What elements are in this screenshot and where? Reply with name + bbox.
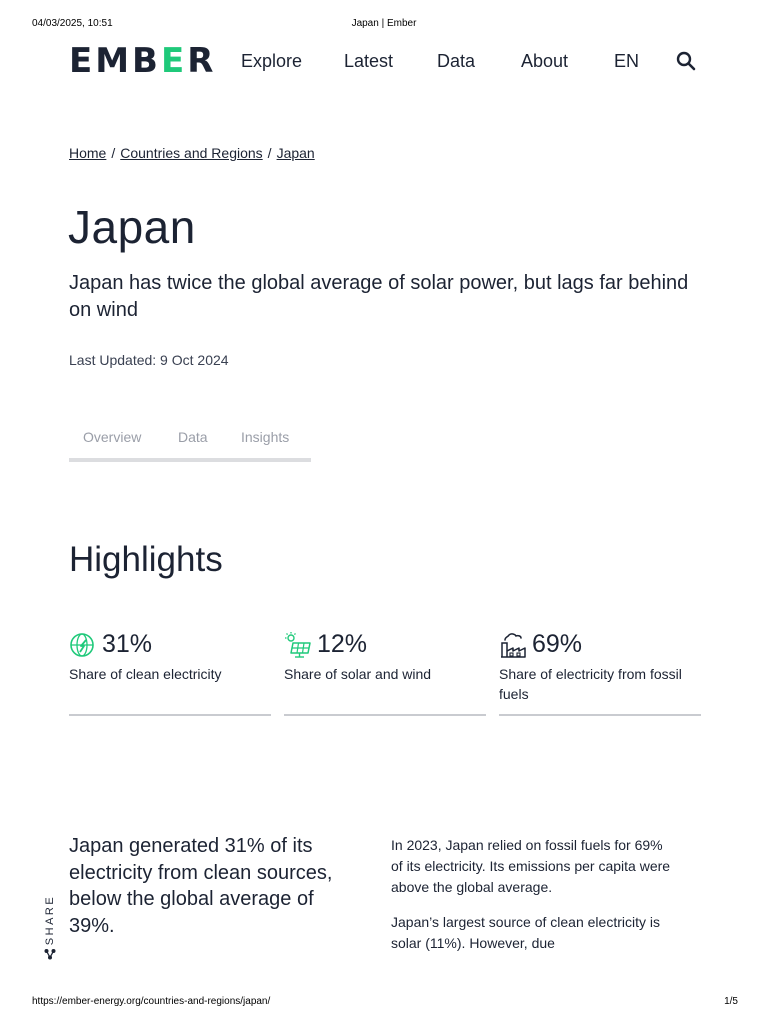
share-icon: [44, 949, 56, 960]
breadcrumb-japan[interactable]: Japan: [277, 145, 315, 161]
stat-solar-and-wind: 12% Share of solar and wind: [284, 628, 486, 716]
print-page-count: 1/5: [724, 996, 738, 1007]
stat-label: Share of solar and wind: [284, 666, 432, 682]
stat-value: 69%: [532, 630, 583, 658]
page-title: Japan: [68, 201, 196, 253]
nav-language[interactable]: EN: [614, 50, 639, 72]
nav-explore[interactable]: Explore: [241, 50, 302, 72]
share-button[interactable]: SHARE: [40, 888, 60, 964]
breadcrumb: Home / Countries and Regions / Japan: [69, 145, 315, 161]
section-tabs: Overview Data Insights: [69, 426, 311, 462]
page-subtitle: Japan has twice the global average of so…: [69, 272, 689, 321]
ember-logo[interactable]: EMBER: [69, 44, 216, 78]
print-page-title: Japan | Ember: [351, 18, 417, 29]
summary-paragraph: Japan’s largest source of clean electric…: [391, 914, 660, 951]
print-footer: https://ember-energy.org/countries-and-r…: [0, 996, 768, 1010]
top-nav: EMBER Explore Latest Data About EN: [69, 44, 708, 80]
stat-value: 12%: [317, 630, 368, 658]
stat-value: 31%: [102, 630, 153, 658]
nav-latest[interactable]: Latest: [344, 50, 393, 72]
nav-about[interactable]: About: [521, 50, 568, 72]
breadcrumb-countries-and-regions[interactable]: Countries and Regions: [120, 145, 262, 161]
print-url: https://ember-energy.org/countries-and-r…: [32, 996, 271, 1007]
share-label: SHARE: [44, 894, 56, 946]
tab-insights[interactable]: Insights: [241, 429, 289, 445]
clean-energy-globe-icon: [70, 633, 94, 657]
breadcrumb-separator: /: [267, 145, 272, 161]
breadcrumb-home[interactable]: Home: [69, 145, 106, 161]
fossil-factory-icon: [501, 633, 526, 658]
tab-overview[interactable]: Overview: [83, 429, 141, 445]
stat-label: Share of electricity from fossil fuels: [499, 666, 682, 702]
highlights-title: Highlights: [69, 540, 223, 579]
stat-label: Share of clean electricity: [69, 666, 222, 682]
summary-paragraph: In 2023, Japan relied on fossil fuels fo…: [391, 837, 671, 895]
print-header: 04/03/2025, 10:51 Japan | Ember: [0, 18, 768, 32]
tab-data[interactable]: Data: [178, 429, 208, 445]
breadcrumb-separator: /: [111, 145, 116, 161]
solar-wind-icon: [285, 632, 311, 658]
summary-lead: Japan generated 31% of its electricity f…: [69, 835, 333, 937]
stat-clean-electricity: 31% Share of clean electricity: [69, 628, 271, 716]
last-updated: Last Updated: 9 Oct 2024: [69, 352, 229, 368]
nav-data[interactable]: Data: [437, 50, 475, 72]
summary-body: In 2023, Japan relied on fossil fuels fo…: [391, 835, 676, 977]
search-icon[interactable]: [676, 51, 696, 71]
stat-fossil-fuels: 69% Share of electricity from fossil fue…: [499, 628, 701, 716]
